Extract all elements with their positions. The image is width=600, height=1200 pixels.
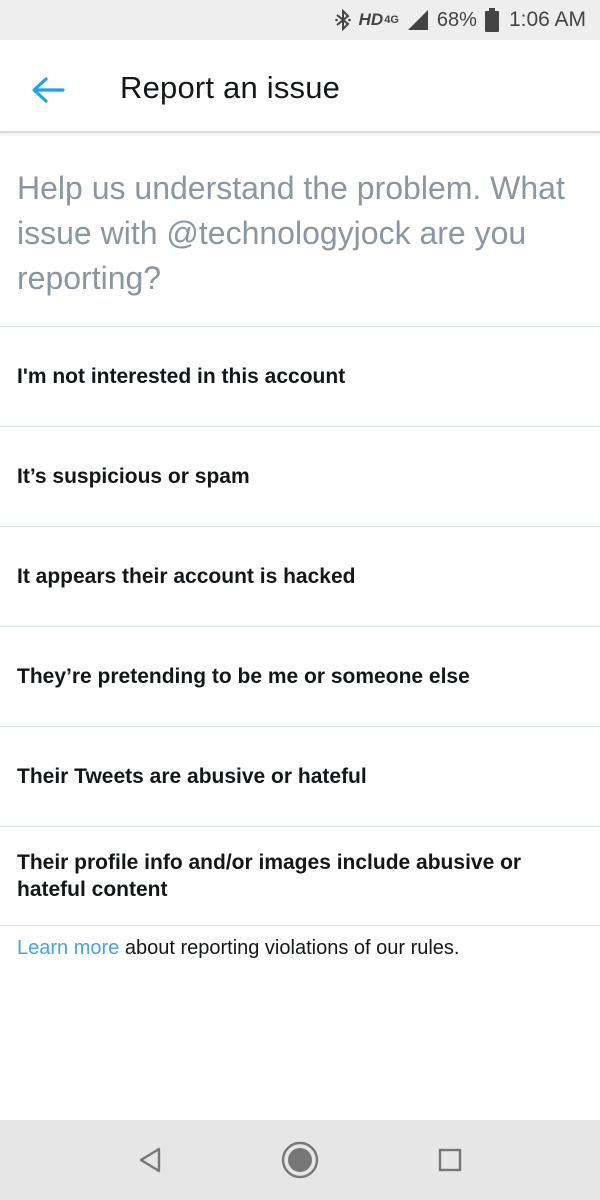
learn-more-link[interactable]: Learn more [17, 937, 119, 959]
learn-more-description: about reporting violations of our rules. [119, 937, 460, 959]
bluetooth-icon [334, 9, 351, 31]
battery-icon [484, 8, 499, 32]
option-account-hacked[interactable]: It appears their account is hacked [0, 526, 600, 626]
status-bar: HD 4G 68% 1:06 AM [0, 0, 600, 40]
option-abusive-tweets[interactable]: Their Tweets are abusive or hateful [0, 726, 600, 826]
page-title: Report an issue [120, 70, 341, 105]
network-label: HD [358, 10, 384, 29]
report-prompt: Help us understand the problem. What iss… [17, 170, 565, 296]
back-button[interactable] [26, 68, 70, 112]
back-triangle-icon [139, 1147, 161, 1173]
option-label: Their Tweets are abusive or hateful [17, 765, 367, 788]
arrow-left-icon [32, 77, 65, 103]
option-label: I'm not interested in this account [17, 365, 346, 388]
network-indicator: HD 4G [359, 10, 399, 30]
option-suspicious-spam[interactable]: It’s suspicious or spam [0, 426, 600, 526]
signal-icon [407, 9, 429, 31]
nav-back-button[interactable] [130, 1140, 170, 1180]
option-abusive-profile[interactable]: Their profile info and/or images include… [0, 826, 600, 926]
option-label: They’re pretending to be me or someone e… [17, 665, 470, 688]
option-label: Their profile info and/or images include… [17, 851, 522, 901]
home-circle-icon [281, 1141, 319, 1179]
battery-percent: 68% [436, 8, 477, 31]
option-label: It appears their account is hacked [17, 565, 356, 588]
nav-home-button[interactable] [280, 1140, 320, 1180]
nav-recents-button[interactable] [430, 1140, 470, 1180]
option-label: It’s suspicious or spam [17, 465, 250, 488]
report-options-list: I'm not interested in this account It’s … [0, 326, 600, 926]
recents-square-icon [438, 1148, 462, 1172]
learn-more-text: Learn more about reporting violations of… [17, 937, 459, 960]
network-type: 4G [384, 14, 399, 26]
option-not-interested[interactable]: I'm not interested in this account [0, 326, 600, 426]
option-impersonation[interactable]: They’re pretending to be me or someone e… [0, 626, 600, 726]
clock: 1:06 AM [508, 8, 586, 31]
navigation-bar [0, 1120, 600, 1200]
app-bar: Report an issue [0, 40, 600, 133]
